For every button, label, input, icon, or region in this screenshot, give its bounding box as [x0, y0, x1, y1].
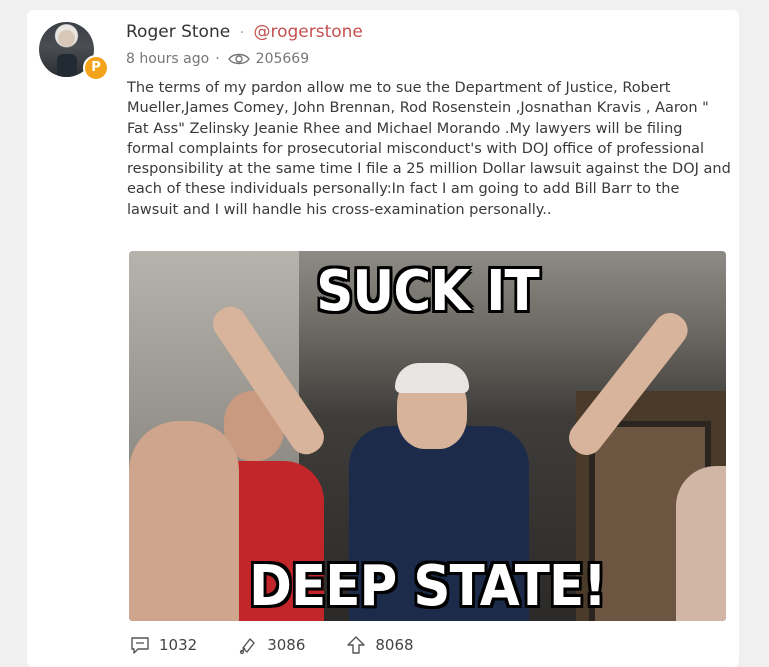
comment-icon — [131, 637, 149, 654]
eye-icon — [227, 53, 250, 65]
echo-icon — [240, 638, 255, 655]
echo-count: 3086 — [267, 636, 306, 654]
image-person — [395, 363, 469, 393]
author-handle[interactable]: @rogerstone — [253, 22, 362, 42]
post-card: P Roger Stone · @rogerstone 8 hours ago … — [27, 10, 739, 667]
upvote-icon — [347, 636, 366, 654]
action-bar: 1032 3086 8068 — [129, 634, 454, 656]
post-body: The terms of my pardon allow me to sue t… — [127, 80, 731, 218]
separator-dot: · — [215, 51, 220, 67]
post-timestamp[interactable]: 8 hours ago — [126, 51, 209, 67]
upvote-count: 8068 — [375, 636, 414, 654]
separator-dot: · — [239, 25, 245, 41]
view-count: 205669 — [255, 51, 310, 67]
author-name[interactable]: Roger Stone — [126, 22, 230, 42]
comment-button[interactable]: 1032 — [129, 634, 197, 656]
meme-top-text: SUCK IT — [316, 259, 539, 324]
author-row: Roger Stone · @rogerstone — [126, 22, 363, 42]
meme-bottom-text: DEEP STATE! — [249, 554, 607, 619]
verified-badge-icon: P — [83, 55, 109, 81]
echo-button[interactable]: 3086 — [237, 634, 305, 656]
comment-count: 1032 — [159, 636, 198, 654]
post-meta: 8 hours ago · 205669 — [126, 51, 309, 67]
upvote-button[interactable]: 8068 — [345, 634, 414, 656]
post-image[interactable]: SUCK IT DEEP STATE! — [129, 251, 726, 621]
